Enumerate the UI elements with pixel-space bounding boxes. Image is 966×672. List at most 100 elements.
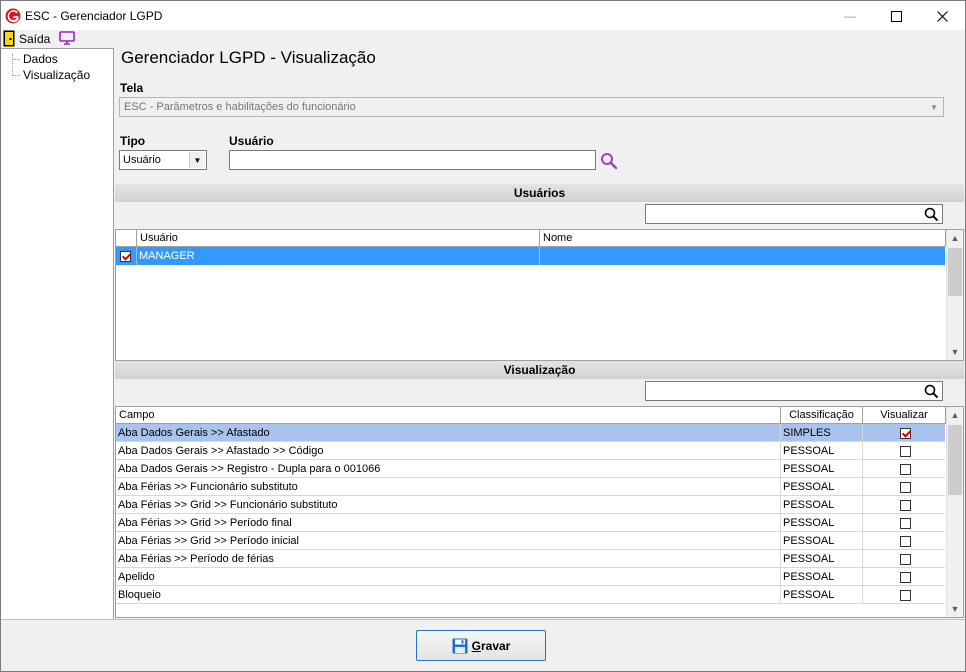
scroll-up-arrow-icon[interactable]: ▲: [947, 407, 963, 423]
exit-menu-item[interactable]: Saída: [19, 32, 50, 46]
usuario-label: Usuário: [229, 134, 274, 148]
classificacao-cell: SIMPLES: [781, 424, 863, 442]
close-icon: [936, 10, 948, 22]
column-header-usuario[interactable]: Usuário: [137, 230, 540, 247]
classificacao-cell: PESSOAL: [781, 496, 863, 514]
tela-select[interactable]: ESC - Parâmetros e habilitações do funci…: [119, 97, 944, 117]
tree-connector: [12, 54, 13, 76]
visualizar-checkbox[interactable]: [899, 499, 911, 511]
visualizar-checkbox[interactable]: [899, 445, 911, 457]
classificacao-cell: PESSOAL: [781, 478, 863, 496]
visualizar-checkbox[interactable]: [899, 589, 911, 601]
table-row[interactable]: Aba Dados Gerais >> Registro - Dupla par…: [116, 460, 945, 478]
table-row[interactable]: Aba Férias >> Período de férias PESSOAL: [116, 550, 945, 568]
tela-label: Tela: [120, 81, 144, 95]
tipo-label: Tipo: [120, 134, 146, 148]
classificacao-cell: PESSOAL: [781, 550, 863, 568]
table-row[interactable]: MANAGER: [116, 247, 945, 265]
door-exit-icon[interactable]: [3, 30, 15, 47]
visualizacao-grid: Campo Classificação Visualizar Aba Dados…: [115, 406, 964, 618]
visualizar-checkbox[interactable]: [899, 427, 911, 439]
tree-item-dados[interactable]: Dados: [23, 52, 58, 66]
search-icon[interactable]: [924, 384, 939, 399]
column-header-classificacao[interactable]: Classificação: [781, 407, 863, 424]
table-row[interactable]: Aba Dados Gerais >> Afastado >> Código PE…: [116, 442, 945, 460]
visualizar-cell: [863, 496, 945, 514]
visualizacao-search-input[interactable]: [645, 381, 943, 401]
table-row[interactable]: Aba Férias >> Grid >> Período inicial PES…: [116, 532, 945, 550]
classificacao-cell: PESSOAL: [781, 514, 863, 532]
table-row[interactable]: Apelido PESSOAL: [116, 568, 945, 586]
visualizar-checkbox[interactable]: [899, 517, 911, 529]
maximize-icon: [890, 10, 902, 22]
visualizar-checkbox[interactable]: [899, 481, 911, 493]
table-row[interactable]: Aba Férias >> Grid >> Funcionário substi…: [116, 496, 945, 514]
scrollbar-thumb[interactable]: [948, 425, 962, 495]
visualizar-checkbox[interactable]: [899, 463, 911, 475]
search-icon[interactable]: [600, 152, 618, 170]
maximize-button[interactable]: [873, 1, 919, 31]
row-checkbox[interactable]: [120, 250, 131, 262]
menu-bar: Saída: [1, 30, 965, 48]
visualizar-cell: [863, 550, 945, 568]
title-bar: ESC - Gerenciador LGPD —: [0, 0, 966, 30]
column-header-check: [116, 230, 137, 247]
visualizar-cell: [863, 442, 945, 460]
tipo-select-value: Usuário: [123, 154, 161, 166]
visualizar-cell: [863, 514, 945, 532]
close-button[interactable]: [919, 1, 965, 31]
usuarios-grid-header: Usuário Nome: [116, 230, 946, 247]
campo-cell: Aba Férias >> Período de férias: [116, 550, 781, 568]
usuario-cell: MANAGER: [137, 247, 540, 265]
monitor-icon[interactable]: [59, 31, 75, 45]
scrollbar-thumb[interactable]: [948, 248, 962, 296]
page-title: Gerenciador LGPD - Visualização: [121, 48, 376, 67]
floppy-disk-icon: [452, 638, 468, 653]
campo-cell: Aba Dados Gerais >> Registro - Dupla par…: [116, 460, 781, 478]
visualizar-cell: [863, 568, 945, 586]
scroll-down-arrow-icon[interactable]: ▼: [947, 601, 963, 617]
usuarios-search-input[interactable]: [645, 204, 943, 224]
tree-item-visualizacao[interactable]: Visualização: [23, 68, 90, 82]
column-header-visualizar[interactable]: Visualizar: [863, 407, 946, 424]
visualizar-cell: [863, 532, 945, 550]
minimize-button[interactable]: —: [827, 1, 873, 31]
save-label-text: ravar: [480, 638, 511, 653]
usuarios-grid: Usuário Nome MANAGER ▲ ▼: [115, 229, 964, 361]
app-logo-icon: [5, 8, 21, 24]
column-header-nome[interactable]: Nome: [540, 230, 946, 247]
visualizar-cell: [863, 424, 945, 442]
table-row[interactable]: Bloqueio PESSOAL: [116, 586, 945, 604]
tipo-select[interactable]: Usuário ▼: [119, 150, 207, 170]
save-accelerator-key: G: [471, 638, 481, 653]
campo-cell: Aba Férias >> Funcionário substituto: [116, 478, 781, 496]
navigation-tree: Dados Visualização: [1, 48, 114, 619]
visualizacao-grid-header: Campo Classificação Visualizar: [116, 407, 946, 424]
column-header-campo[interactable]: Campo: [116, 407, 781, 424]
visualizar-checkbox[interactable]: [899, 571, 911, 583]
visualizar-cell: [863, 586, 945, 604]
campo-cell: Aba Férias >> Grid >> Período inicial: [116, 532, 781, 550]
usuarios-scrollbar[interactable]: ▲ ▼: [946, 230, 963, 360]
campo-cell: Bloqueio: [116, 586, 781, 604]
scroll-up-arrow-icon[interactable]: ▲: [947, 230, 963, 246]
usuarios-section-header: Usuários: [115, 184, 964, 202]
classificacao-cell: PESSOAL: [781, 460, 863, 478]
campo-cell: Aba Dados Gerais >> Afastado: [116, 424, 781, 442]
save-button[interactable]: Gravar: [416, 630, 546, 661]
usuario-input[interactable]: [229, 150, 596, 170]
visualizacao-scrollbar[interactable]: ▲ ▼: [946, 407, 963, 617]
visualizar-checkbox[interactable]: [899, 553, 911, 565]
table-row[interactable]: Aba Férias >> Grid >> Período final PESSO…: [116, 514, 945, 532]
visualizacao-section-header: Visualização: [115, 361, 964, 379]
classificacao-cell: PESSOAL: [781, 586, 863, 604]
search-icon[interactable]: [924, 207, 939, 222]
row-checkbox-cell: [116, 247, 137, 265]
scroll-down-arrow-icon[interactable]: ▼: [947, 344, 963, 360]
table-row[interactable]: Aba Férias >> Funcionário substituto PESS…: [116, 478, 945, 496]
tree-connector: [12, 59, 20, 60]
visualizar-cell: [863, 478, 945, 496]
chevron-down-icon: ▼: [930, 102, 938, 112]
visualizar-checkbox[interactable]: [899, 535, 911, 547]
table-row[interactable]: Aba Dados Gerais >> Afastado SIMPLES: [116, 424, 945, 442]
